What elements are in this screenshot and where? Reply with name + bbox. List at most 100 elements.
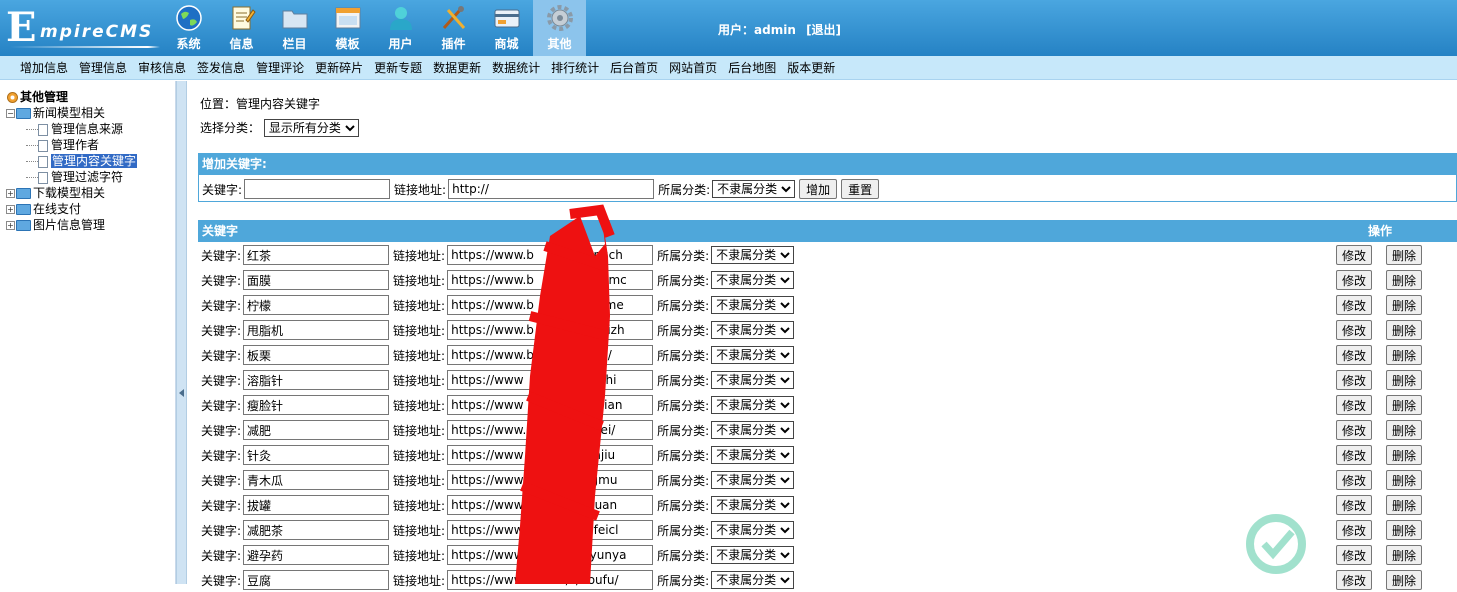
quick-link[interactable]: 数据更新 [433,59,481,76]
keyword-input[interactable] [243,320,390,340]
category-select[interactable]: 不隶属分类 [711,371,795,389]
logout-link[interactable]: [退出] [806,23,841,37]
keyword-input[interactable] [243,245,390,265]
category-select[interactable]: 不隶属分类 [711,246,795,264]
collapse-icon[interactable]: − [6,109,15,118]
category-select[interactable]: 不隶属分类 [711,346,795,364]
tree-group-download[interactable]: + 下载模型相关 [6,185,137,201]
quick-link[interactable]: 更新专题 [374,59,422,76]
keyword-input[interactable] [243,570,390,590]
quick-link[interactable]: 增加信息 [20,59,68,76]
category-select[interactable]: 不隶属分类 [711,271,795,289]
nav-shop[interactable]: 商城 [480,0,533,56]
delete-button[interactable]: 删除 [1386,345,1423,365]
edit-button[interactable]: 修改 [1336,445,1373,465]
delete-button[interactable]: 删除 [1386,245,1423,265]
quick-link[interactable]: 更新碎片 [315,59,363,76]
keyword-input[interactable] [243,470,390,490]
new-category-select[interactable]: 不隶属分类 [712,180,796,198]
collapse-left-icon[interactable] [179,389,184,397]
tree-group-label: 下载模型相关 [33,186,106,200]
edit-button[interactable]: 修改 [1336,370,1373,390]
keyword-input[interactable] [243,370,390,390]
tree-group-photo[interactable]: + 图片信息管理 [6,217,137,233]
category-select[interactable]: 不隶属分类 [711,396,795,414]
quick-link[interactable]: 签发信息 [197,59,245,76]
menu-tree: 其他管理 − 新闻模型相关 管理信息来源 管理作者 管理内容关键字 管理过滤字符 … [6,89,138,233]
tree-root[interactable]: 其他管理 [6,89,137,105]
nav-template[interactable]: 模板 [321,0,374,56]
keyword-input[interactable] [243,345,390,365]
nav-column[interactable]: 栏目 [268,0,321,56]
notepad-icon [232,6,256,30]
expand-icon[interactable]: + [6,205,15,214]
quick-link[interactable]: 排行统计 [551,59,599,76]
keyword-input[interactable] [243,295,390,315]
tree-item-author[interactable]: 管理作者 [6,137,137,153]
nav-other[interactable]: 其他 [533,0,586,56]
nav-info[interactable]: 信息 [215,0,268,56]
category-select[interactable]: 不隶属分类 [711,421,795,439]
keyword-input[interactable] [243,395,390,415]
delete-button[interactable]: 删除 [1386,470,1423,490]
tree-item-filter[interactable]: 管理过滤字符 [6,169,137,185]
category-filter-select[interactable]: 显示所有分类 [263,119,359,137]
panel-splitter[interactable] [176,81,187,584]
edit-button[interactable]: 修改 [1336,320,1373,340]
category-select[interactable]: 不隶属分类 [711,546,795,564]
edit-button[interactable]: 修改 [1336,470,1373,490]
gear-icon [546,5,573,31]
keyword-input[interactable] [243,420,390,440]
edit-button[interactable]: 修改 [1336,395,1373,415]
keyword-input[interactable] [243,270,390,290]
category-select[interactable]: 不隶属分类 [711,521,795,539]
edit-button[interactable]: 修改 [1336,420,1373,440]
edit-button[interactable]: 修改 [1336,270,1373,290]
delete-button[interactable]: 删除 [1386,395,1423,415]
empirecms-logo[interactable]: E mpireCMS [6,4,160,51]
quick-link[interactable]: 版本更新 [787,59,835,76]
edit-button[interactable]: 修改 [1336,245,1373,265]
quick-link[interactable]: 管理信息 [79,59,127,76]
keyword-input[interactable] [243,520,390,540]
category-select[interactable]: 不隶属分类 [711,471,795,489]
category-select[interactable]: 不隶属分类 [711,296,795,314]
delete-button[interactable]: 删除 [1386,445,1423,465]
quick-link[interactable]: 数据统计 [492,59,540,76]
tree-item-keywords[interactable]: 管理内容关键字 [6,153,138,169]
reset-button[interactable]: 重置 [841,179,880,199]
tree-group-news[interactable]: − 新闻模型相关 [6,105,137,121]
quick-link[interactable]: 审核信息 [138,59,186,76]
delete-button[interactable]: 删除 [1386,370,1423,390]
keyword-input[interactable] [243,445,390,465]
logo-initial: E [6,4,37,51]
nav-plugin[interactable]: 插件 [427,0,480,56]
nav-user[interactable]: 用户 [374,0,427,56]
new-keyword-input[interactable] [244,179,391,199]
quick-link[interactable]: 后台首页 [610,59,658,76]
edit-button[interactable]: 修改 [1336,295,1373,315]
tree-group-payment[interactable]: + 在线支付 [6,201,137,217]
expand-icon[interactable]: + [6,221,15,230]
quick-link[interactable]: 后台地图 [728,59,776,76]
category-select[interactable]: 不隶属分类 [711,496,795,514]
tree-item-source[interactable]: 管理信息来源 [6,121,137,137]
add-button[interactable]: 增加 [799,179,838,199]
quick-link[interactable]: 网站首页 [669,59,717,76]
category-select[interactable]: 不隶属分类 [711,571,795,589]
keyword-input[interactable] [243,545,390,565]
keyword-input[interactable] [243,495,390,515]
category-select[interactable]: 不隶属分类 [711,321,795,339]
delete-button[interactable]: 删除 [1386,295,1423,315]
keyword-label: 关键字: [201,548,242,563]
edit-button[interactable]: 修改 [1336,345,1373,365]
nav-system[interactable]: 系统 [162,0,215,56]
expand-icon[interactable]: + [6,189,15,198]
delete-button[interactable]: 删除 [1386,420,1423,440]
delete-button[interactable]: 删除 [1386,270,1423,290]
category-select[interactable]: 不隶属分类 [711,446,795,464]
breadcrumb: 位置：管理内容关键字 [200,95,320,112]
delete-button[interactable]: 删除 [1386,320,1423,340]
breadcrumb-current[interactable]: 管理内容关键字 [236,97,320,111]
quick-link[interactable]: 管理评论 [256,59,304,76]
